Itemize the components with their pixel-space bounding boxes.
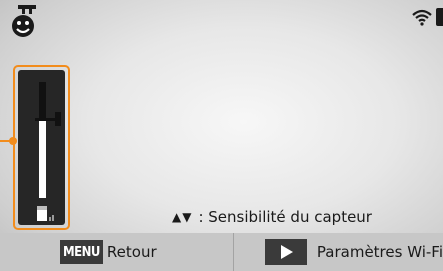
camera-screen: ▲▼ : Sensibilité du capteur MENU Retour … (0, 0, 443, 271)
wifi-settings-button[interactable]: Paramètres Wi-Fi (234, 233, 443, 271)
wifi-icon (412, 9, 432, 26)
play-icon (264, 239, 307, 265)
smart-face-icon (12, 5, 36, 37)
sensor-hint-text: : Sensibilité du capteur (198, 208, 372, 226)
bottom-bar: MENU Retour Paramètres Wi-Fi (0, 233, 443, 271)
back-label: Retour (106, 243, 157, 261)
wifi-settings-label: Paramètres Wi-Fi (316, 243, 443, 261)
menu-key: MENU (60, 240, 103, 264)
sensor-sensitivity-icon (37, 206, 54, 221)
sensor-sensitivity-slider[interactable] (18, 70, 65, 225)
sensor-sensitivity-panel[interactable] (13, 65, 70, 230)
up-down-arrows-icon: ▲▼ (172, 210, 193, 224)
sensor-hint: ▲▼ : Sensibilité du capteur (172, 207, 372, 227)
slider-fill (39, 119, 46, 198)
back-button[interactable]: MENU Retour (0, 233, 233, 271)
slider-track (39, 82, 46, 198)
slider-handle-knob[interactable] (55, 112, 61, 127)
battery-icon (436, 8, 443, 26)
